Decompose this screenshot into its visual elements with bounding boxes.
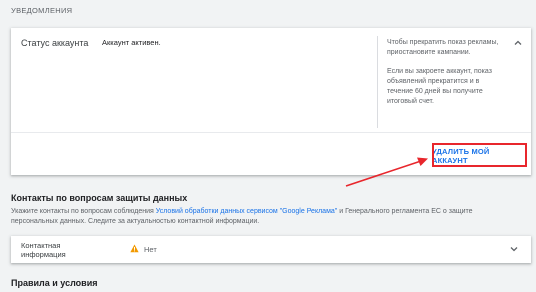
warning-icon (130, 244, 139, 253)
account-status-title: Статус аккаунта (21, 38, 89, 48)
expand-button[interactable] (507, 242, 521, 256)
account-help-text: Чтобы прекратить показ рекламы, приостан… (387, 38, 507, 116)
contact-info-value: Нет (144, 245, 157, 254)
terms-title: Правила и условия (11, 278, 98, 288)
settings-page: УВЕДОМЛЕНИЯ Статус аккаунта Аккаунт акти… (0, 0, 536, 292)
data-processing-terms-link[interactable]: Условий обработки данных сервисом "Googl… (156, 208, 337, 215)
chevron-up-icon (514, 40, 522, 45)
account-status-value: Аккаунт активен. (102, 38, 161, 47)
help-paragraph: Если вы закроете аккаунт, показ объявлен… (387, 68, 492, 105)
account-status-card: Статус аккаунта Аккаунт активен. Чтобы п… (11, 28, 531, 175)
chevron-down-icon (510, 247, 518, 252)
collapse-button[interactable] (511, 36, 525, 50)
privacy-contacts-description: Укажите контакты по вопросам соблюдения … (11, 207, 511, 227)
card-divider (11, 132, 531, 133)
help-paragraph: Чтобы прекратить показ рекламы, приостан… (387, 39, 499, 56)
description-text: Укажите контакты по вопросам соблюдения (11, 208, 156, 215)
contact-info-row[interactable]: Контактная информация Нет (11, 236, 531, 263)
help-divider (377, 36, 378, 128)
delete-account-button[interactable]: УДАЛИТЬ МОЙ АККАУНТ (432, 144, 526, 167)
privacy-contacts-title: Контакты по вопросам защиты данных (11, 193, 188, 203)
contact-info-label: Контактная информация (21, 241, 66, 259)
section-label: УВЕДОМЛЕНИЯ (11, 6, 73, 15)
